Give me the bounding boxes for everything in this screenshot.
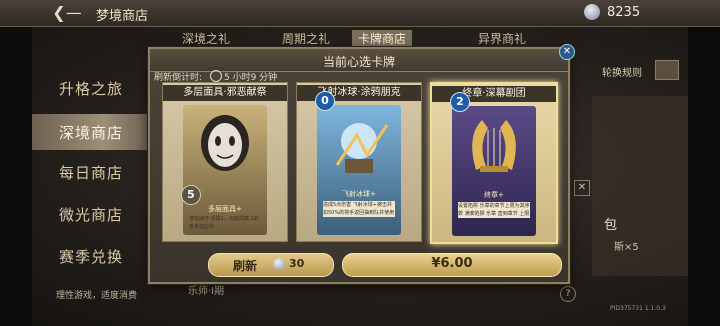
page-title: 梦境商店 — [96, 9, 149, 24]
sidebar-item-season-exchange[interactable]: 赛季兑换 — [32, 238, 150, 274]
card-label: 飞射冰球+ — [342, 190, 376, 198]
modal-header: 当前心选卡牌 — [150, 49, 568, 72]
lyre-icon — [472, 120, 516, 172]
sidebar-item-daily-shop[interactable]: 每日商店 — [32, 154, 150, 190]
sidebar-item-deep-shop[interactable]: 深境商店 — [32, 114, 150, 150]
card-art: 5 多层面具+ 潜在破坏:清除1，完成成数:1的金身加左侧 — [181, 105, 267, 235]
background-panel — [592, 96, 688, 276]
card-desc: 设置陷阱 乐章的章节上限为其序数 满奏陷阱 乐章 直到章节 上限 — [458, 202, 530, 218]
card-option-3[interactable]: 终章·深幕剧团 2 终章+ 设置陷阱 乐章的章节上限为其序数 满奏陷阱 乐章 直… — [430, 82, 558, 244]
help-icon[interactable]: ? — [560, 286, 576, 302]
left-edge — [0, 0, 32, 326]
card-desc: 造成5点伤害 飞射冰球+被击并扣50%的将手返回抽到队并使用 — [323, 201, 395, 217]
gem-icon — [584, 4, 600, 20]
coin-icon — [273, 258, 285, 270]
mask-icon — [201, 115, 249, 171]
card-option-1[interactable]: 多层面具·邪恶献祭 5 多层面具+ 潜在破坏:清除1，完成成数:1的金身加左侧 — [162, 82, 288, 242]
switch-rule-button[interactable]: 轮换规则 — [602, 64, 642, 79]
pack-label: 包 — [604, 218, 618, 233]
sidebar-item-ascension[interactable]: 升格之旅 — [32, 70, 150, 106]
right-edge — [688, 0, 720, 326]
ice-orb-icon — [335, 123, 389, 173]
close-icon[interactable]: ✕ — [559, 44, 575, 60]
refresh-button[interactable]: 刷新 30 — [208, 253, 334, 277]
card-desc: 潜在破坏:清除1，完成成数:1的金身加左侧 — [189, 216, 259, 230]
card-option-2[interactable]: 飞射冰球·涂鸦朋克 0 飞射冰球+ 造成5点伤害 飞射冰球+被击并扣50%的将手… — [296, 82, 422, 242]
refresh-cost: 30 — [289, 257, 305, 270]
card-cost: 0 — [315, 91, 335, 111]
footer-note: 理性游戏，适度消费 — [56, 291, 138, 301]
musician-label: 乐师·I期 — [188, 286, 225, 297]
cross-icon[interactable]: ✕ — [574, 180, 590, 196]
clock-icon — [210, 70, 222, 82]
sidebar: 升格之旅 深境商店 每日商店 微光商店 赛季兑换 — [32, 52, 150, 302]
buy-price: ¥6.00 — [431, 256, 473, 271]
top-bar: ❮— 梦境商店 8235 — [0, 0, 720, 27]
card-label: 终章+ — [484, 191, 504, 199]
pack-count: 斯×5 — [614, 242, 639, 253]
modal-title: 当前心选卡牌 — [322, 55, 395, 69]
card-art: 0 飞射冰球+ 造成5点伤害 飞射冰球+被击并扣50%的将手返回抽到队并使用 — [315, 91, 401, 235]
card-cost: 5 — [181, 185, 201, 205]
gem-count: 8235 — [607, 5, 641, 20]
buy-button[interactable]: ¥6.00 — [342, 253, 562, 277]
back-arrow-icon[interactable]: ❮— — [52, 4, 82, 22]
card-art: 2 终章+ 设置陷阱 乐章的章节上限为其序数 满奏陷阱 乐章 直到章节 上限 — [450, 92, 536, 236]
card-name: 多层面具·邪恶献祭 — [163, 85, 287, 101]
version-text: PID375731 1.1.0.3 — [610, 305, 666, 312]
sidebar-item-glimmer-shop[interactable]: 微光商店 — [32, 196, 150, 232]
book-icon[interactable] — [655, 60, 679, 80]
refresh-label: 刷新 — [233, 259, 258, 273]
card-label: 多层面具+ — [208, 205, 242, 213]
card-cost: 2 — [450, 92, 470, 112]
